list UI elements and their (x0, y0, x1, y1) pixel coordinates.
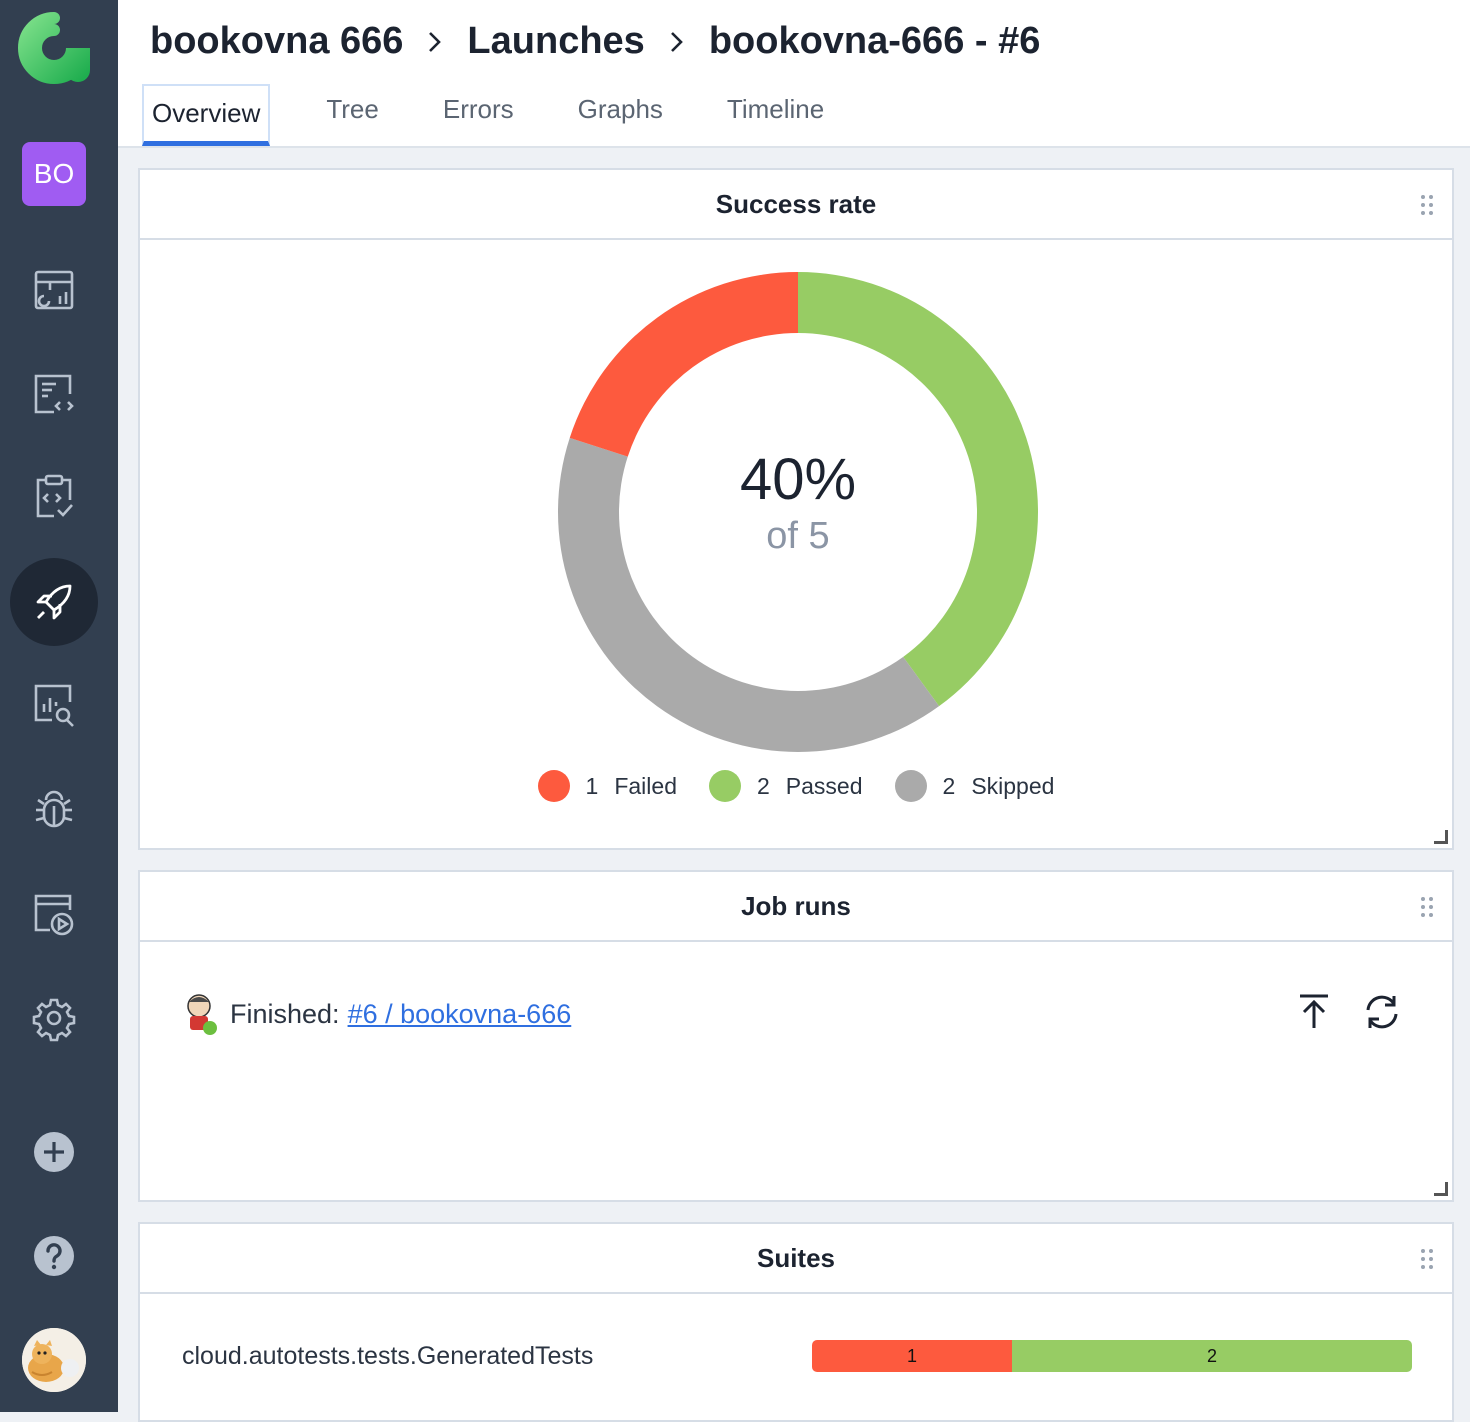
suite-passed-segment[interactable]: 2 (1012, 1340, 1412, 1372)
legend-count: 1 (585, 772, 599, 799)
job-runs-widget: Job runs Finished: #6 / bookovna-666 (138, 870, 1454, 1202)
widget-header: Suites (140, 1224, 1452, 1294)
passed-dot-icon (709, 770, 741, 802)
legend-label: Failed (614, 772, 677, 799)
breadcrumb-launch: bookovna-666 - #6 (708, 20, 1041, 62)
tab-timeline[interactable]: Timeline (719, 84, 832, 146)
drag-handle-icon[interactable] (1420, 896, 1434, 918)
resize-handle-icon[interactable] (1434, 830, 1448, 844)
defects-icon[interactable] (14, 770, 94, 850)
job-status-label: Finished: (230, 998, 340, 1029)
suite-failed-segment[interactable]: 1 (812, 1340, 1012, 1372)
suite-status-bar[interactable]: 1 2 (812, 1340, 1412, 1372)
legend-count: 2 (757, 772, 770, 799)
refresh-icon[interactable] (1362, 992, 1402, 1032)
legend-label: Passed (785, 772, 863, 799)
legend-failed[interactable]: 1 Failed (537, 770, 677, 802)
drag-handle-icon[interactable] (1420, 1248, 1434, 1270)
upload-icon[interactable] (1294, 992, 1334, 1032)
analytics-icon[interactable] (14, 664, 94, 744)
widget-title: Suites (756, 1242, 836, 1273)
drag-handle-icon[interactable] (1420, 194, 1434, 216)
tab-bar: Overview Tree Errors Graphs Timeline (142, 84, 880, 146)
skipped-dot-icon (894, 770, 927, 802)
legend-count: 2 (942, 772, 956, 799)
success-rate-widget: Success rate 40% of 5 1 Failed 2 Passed … (138, 168, 1454, 850)
dashboards-icon[interactable] (14, 250, 94, 330)
settings-icon[interactable] (14, 978, 94, 1058)
resize-handle-icon[interactable] (1434, 1182, 1448, 1196)
job-run-row: Finished: #6 / bookovna-666 (184, 992, 571, 1036)
tab-graphs[interactable]: Graphs (570, 84, 671, 146)
tab-overview[interactable]: Overview (142, 84, 271, 146)
success-percent: 40% (739, 447, 857, 512)
legend-label: Skipped (971, 772, 1055, 799)
donut-slice-failed[interactable] (569, 272, 798, 457)
failed-dot-icon (537, 770, 570, 802)
suites-widget: Suites cloud.autotests.tests.GeneratedTe… (138, 1222, 1454, 1422)
legend-skipped[interactable]: 2 Skipped (894, 770, 1055, 802)
sidebar: BO (0, 0, 118, 1412)
user-avatar[interactable] (22, 1328, 86, 1392)
breadcrumb-project[interactable]: bookovna 666 (150, 20, 403, 63)
legend-passed[interactable]: 2 Passed (709, 770, 863, 802)
donut-center: 40% of 5 (556, 446, 1040, 558)
chart-legend: 1 Failed 2 Passed 2 Skipped (140, 770, 1452, 802)
breadcrumb: bookovna 666 Launches bookovna-666 - #6 (150, 20, 1040, 63)
project-avatar[interactable]: BO (22, 142, 86, 206)
test-plans-icon[interactable] (14, 456, 94, 536)
help-icon[interactable] (14, 1216, 94, 1296)
chevron-right-icon (670, 31, 683, 52)
launches-icon[interactable] (10, 558, 98, 646)
success-donut-chart: 40% of 5 (556, 270, 1040, 754)
jenkins-icon (187, 994, 217, 1035)
page-header: bookovna 666 Launches bookovna-666 - #6 … (118, 0, 1470, 148)
jobs-icon[interactable] (14, 874, 94, 954)
suite-name[interactable]: cloud.autotests.tests.GeneratedTests (182, 1342, 593, 1371)
chevron-right-icon (429, 31, 442, 52)
widget-title: Job runs (741, 890, 851, 921)
allure-logo[interactable] (18, 12, 90, 84)
job-run-link[interactable]: #6 / bookovna-666 (348, 999, 572, 1030)
test-cases-icon[interactable] (14, 354, 94, 434)
tab-tree[interactable]: Tree (318, 84, 387, 146)
tab-errors[interactable]: Errors (435, 84, 522, 146)
total-count: of 5 (766, 515, 830, 557)
widget-header: Success rate (140, 170, 1452, 240)
breadcrumb-launches[interactable]: Launches (467, 20, 644, 63)
widget-title: Success rate (715, 188, 877, 219)
add-icon[interactable] (14, 1112, 94, 1192)
widget-header: Job runs (140, 872, 1452, 942)
